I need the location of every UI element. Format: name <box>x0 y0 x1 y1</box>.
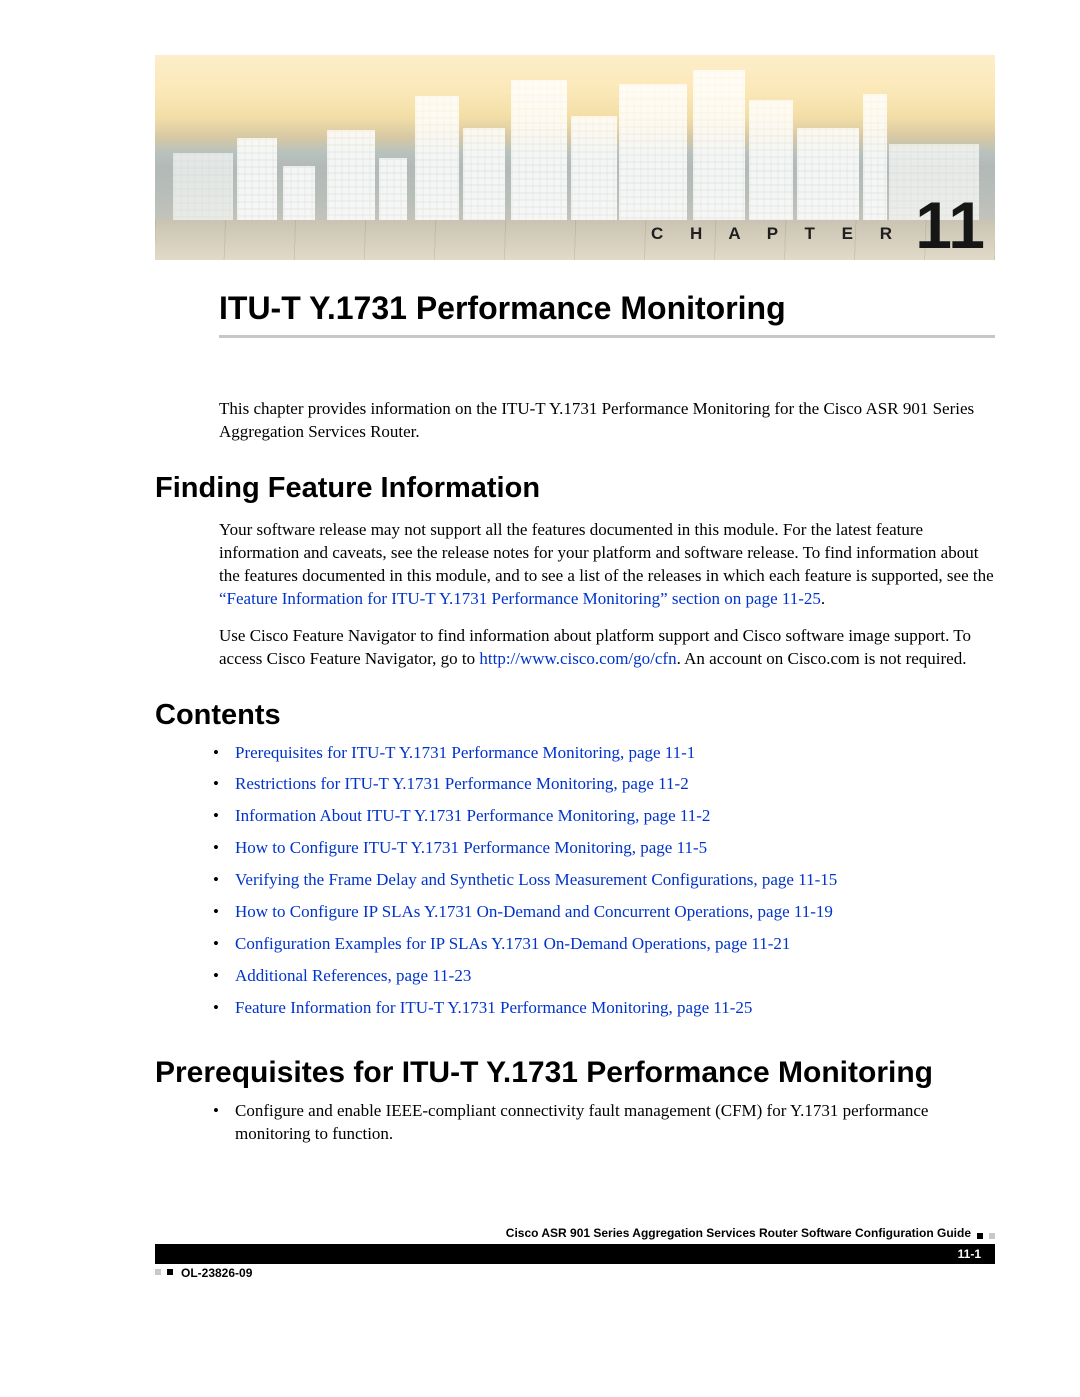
finding-paragraph-1: Your software release may not support al… <box>219 519 995 611</box>
toc-link[interactable]: Restrictions for ITU-T Y.1731 Performanc… <box>235 774 689 793</box>
cfn-link[interactable]: http://www.cisco.com/go/cfn <box>479 649 676 668</box>
list-item: Configure and enable IEEE-compliant conn… <box>235 1100 995 1146</box>
footer-doc-id: OL-23826-09 <box>181 1266 252 1282</box>
toc-link[interactable]: How to Configure ITU-T Y.1731 Performanc… <box>235 838 707 857</box>
toc-link[interactable]: Verifying the Frame Delay and Synthetic … <box>235 870 837 889</box>
finding-paragraph-2: Use Cisco Feature Navigator to find info… <box>219 625 995 671</box>
section-heading-finding: Finding Feature Information <box>155 472 995 505</box>
text: . <box>821 589 825 608</box>
decor-square-icon <box>167 1269 173 1275</box>
text: Your software release may not support al… <box>219 520 994 585</box>
toc-link[interactable]: Additional References, page 11-23 <box>235 966 471 985</box>
title-rule <box>219 335 995 338</box>
section-heading-prereq: Prerequisites for ITU-T Y.1731 Performan… <box>155 1056 995 1090</box>
footer-page-number: 11-1 <box>958 1247 981 1261</box>
toc-link[interactable]: Information About ITU-T Y.1731 Performan… <box>235 806 710 825</box>
text: . An account on Cisco.com is not require… <box>677 649 967 668</box>
section-heading-contents: Contents <box>155 699 995 732</box>
toc-link[interactable]: Prerequisites for ITU-T Y.1731 Performan… <box>235 743 695 762</box>
decor-square-icon <box>977 1233 983 1239</box>
page-footer: Cisco ASR 901 Series Aggregation Service… <box>155 1226 995 1282</box>
chapter-number: 11 <box>915 192 985 258</box>
decor-square-icon <box>155 1269 161 1275</box>
toc-link[interactable]: Feature Information for ITU-T Y.1731 Per… <box>235 998 752 1017</box>
chapter-label: C H A P T E R <box>651 224 903 244</box>
page-title: ITU-T Y.1731 Performance Monitoring <box>155 290 995 327</box>
chapter-banner: C H A P T E R 11 <box>155 55 995 260</box>
prereq-list: Configure and enable IEEE-compliant conn… <box>155 1100 995 1146</box>
decor-square-icon <box>989 1233 995 1239</box>
feature-info-link[interactable]: “Feature Information for ITU-T Y.1731 Pe… <box>219 589 821 608</box>
toc-link[interactable]: Configuration Examples for IP SLAs Y.173… <box>235 934 790 953</box>
toc-link[interactable]: How to Configure IP SLAs Y.1731 On-Deman… <box>235 902 833 921</box>
contents-list: Prerequisites for ITU-T Y.1731 Performan… <box>155 742 995 1020</box>
footer-guide-title: Cisco ASR 901 Series Aggregation Service… <box>506 1226 971 1242</box>
intro-paragraph: This chapter provides information on the… <box>219 398 995 444</box>
